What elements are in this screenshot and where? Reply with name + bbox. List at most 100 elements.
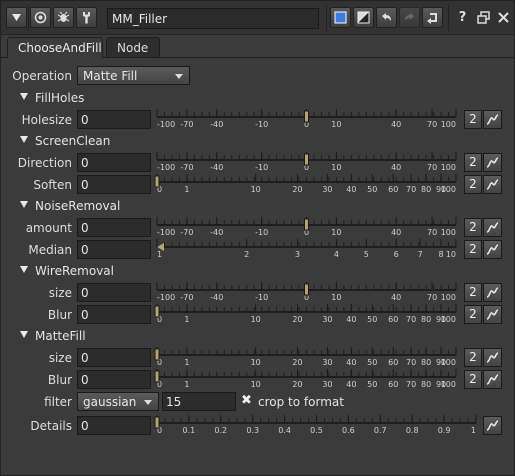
crop-checkbox[interactable]: ✖ <box>241 393 252 408</box>
slider-tick-label: 1 <box>471 426 476 435</box>
filter-dropdown[interactable]: gaussian <box>77 392 159 411</box>
matte-blur-slider[interactable]: 0 1 10 20 30 40 50 60 70 80 90 100 <box>154 367 459 389</box>
redo-button[interactable] <box>399 7 420 28</box>
tile-color-button[interactable] <box>353 7 374 28</box>
direction-input[interactable]: 0 <box>77 153 151 172</box>
slider-handle <box>154 348 160 361</box>
matte-size-animation-button[interactable] <box>483 348 502 367</box>
animation-curve-icon <box>486 374 499 385</box>
wire-blur-animation-button[interactable] <box>483 305 502 324</box>
settings-button[interactable] <box>76 7 97 28</box>
median-input[interactable]: 0 <box>77 240 151 259</box>
slider-tick-label: 3 <box>295 250 300 259</box>
slider-tick-label: 10 <box>331 228 341 237</box>
redo-icon <box>405 13 414 21</box>
wire-size-slider[interactable]: -100 -70 -40 -10 0 10 40 70 100 <box>154 280 459 302</box>
slider-tick-label: 0.9 <box>438 426 451 435</box>
direction-slider[interactable]: -100 -70 -40 -10 0 10 40 70 100 <box>154 150 459 172</box>
group-collapse-icon[interactable] <box>20 93 28 100</box>
wire-blur-input[interactable]: 0 <box>77 305 151 324</box>
median-dimension-button[interactable]: 2 <box>464 240 482 259</box>
wire-blur-dimension-button[interactable]: 2 <box>464 305 482 324</box>
wire-size-dimension-button[interactable]: 2 <box>464 283 482 302</box>
slider-tick-label: 1 <box>184 315 189 324</box>
wire-blur-slider[interactable]: 0 1 10 20 30 40 50 60 70 80 90 100 <box>154 302 459 324</box>
collapse-button[interactable] <box>6 7 27 28</box>
bug-button[interactable] <box>53 7 74 28</box>
median-label: Median <box>28 243 72 257</box>
help-icon: ? <box>458 10 467 25</box>
slider-tick-label: -100 <box>157 120 175 129</box>
median-slider[interactable]: 1 2 3 4 5 6 7 8 10 <box>154 237 459 259</box>
group-collapse-icon[interactable] <box>20 201 28 208</box>
matte-blur-animation-button[interactable] <box>483 370 502 389</box>
tab-node[interactable]: Node <box>106 37 160 57</box>
revert-button[interactable] <box>422 7 443 28</box>
help-button[interactable]: ? <box>452 7 473 28</box>
slider-tick-label: 50 <box>367 380 377 389</box>
details-animation-button[interactable] <box>483 416 502 435</box>
close-button[interactable] <box>493 7 514 28</box>
properties-panel: MM_Filler ? ChooseAndFill Node Operation… <box>0 0 515 476</box>
operation-label: Operation <box>12 69 72 83</box>
details-slider[interactable]: 0 0.1 0.2 0.3 0.4 0.5 0.6 0.7 0.8 0.9 1 <box>154 413 479 435</box>
amount-slider[interactable]: -100 -70 -40 -10 0 10 40 70 100 <box>154 215 459 237</box>
chevron-down-icon <box>144 400 152 405</box>
soften-input[interactable]: 0 <box>77 175 151 194</box>
holesize-input[interactable]: 0 <box>77 110 151 129</box>
node-name-input[interactable]: MM_Filler <box>107 8 319 29</box>
slider-tick-label: 20 <box>292 185 302 194</box>
slider-tick-label: -10 <box>255 228 268 237</box>
group-noiseremoval: NoiseRemoval <box>35 199 121 213</box>
slider-handle <box>304 110 309 123</box>
slider-handle <box>154 370 160 383</box>
filter-value: gaussian <box>83 395 137 409</box>
matte-blur-dimension-button[interactable]: 2 <box>464 370 482 389</box>
filter-size-input[interactable]: 15 <box>162 392 236 411</box>
slider-tick-label: 100 <box>441 228 456 237</box>
wire-blur-label: Blur <box>47 308 72 322</box>
holesize-slider[interactable]: -100 -70 -40 -10 0 10 40 70 100 <box>154 107 459 129</box>
tab-chooseandfill[interactable]: ChooseAndFill <box>7 37 103 58</box>
amount-animation-button[interactable] <box>483 218 502 237</box>
slider-tick-label: 70 <box>427 120 437 129</box>
slider-tick-label: 50 <box>367 185 377 194</box>
soften-dimension-button[interactable]: 2 <box>464 175 482 194</box>
wire-size-animation-button[interactable] <box>483 283 502 302</box>
slider-tick-label: 30 <box>322 315 332 324</box>
median-animation-button[interactable] <box>483 240 502 259</box>
matte-blur-input[interactable]: 0 <box>77 370 151 389</box>
float-button[interactable] <box>473 7 494 28</box>
slider-track: 0 1 10 20 30 40 50 60 70 80 90100 <box>154 304 457 324</box>
wire-size-input[interactable]: 0 <box>77 283 151 302</box>
matte-size-input[interactable]: 0 <box>77 348 151 367</box>
viewer-button[interactable] <box>30 7 51 28</box>
panel-header: MM_Filler ? <box>1 1 514 35</box>
animation-curve-icon <box>486 222 499 233</box>
group-collapse-icon[interactable] <box>20 266 28 273</box>
group-collapse-icon[interactable] <box>20 136 28 143</box>
holesize-dimension-button[interactable]: 2 <box>464 110 482 129</box>
direction-dimension-button[interactable]: 2 <box>464 153 482 172</box>
triangle-down-icon <box>12 14 21 21</box>
amount-input[interactable]: 0 <box>77 218 151 237</box>
color-swatch-button[interactable] <box>330 7 351 28</box>
slider-track: -100 -70 -40 -10 0 10 40 70 100 <box>156 282 457 302</box>
holesize-animation-button[interactable] <box>483 110 502 129</box>
direction-animation-button[interactable] <box>483 153 502 172</box>
matte-size-dimension-button[interactable]: 2 <box>464 348 482 367</box>
slider-tick-label: -70 <box>180 293 193 302</box>
slider-tick-label: -10 <box>255 120 268 129</box>
slider-track: 1 2 3 4 5 6 7 8 10 <box>156 239 457 259</box>
slider-tick-label: -40 <box>210 120 223 129</box>
operation-dropdown[interactable]: Matte Fill <box>77 66 190 85</box>
details-input[interactable]: 0 <box>77 416 151 435</box>
soften-animation-button[interactable] <box>483 175 502 194</box>
soften-slider[interactable]: 0 1 10 20 30 40 50 60 70 80 90 100 <box>154 172 459 194</box>
undo-button[interactable] <box>376 7 397 28</box>
slider-tick-label: 100 <box>441 120 456 129</box>
amount-dimension-button[interactable]: 2 <box>464 218 482 237</box>
slider-tick-label: 100 <box>441 315 456 324</box>
matte-size-slider[interactable]: 0 1 10 20 30 40 50 60 70 80 90 100 <box>154 345 459 367</box>
group-collapse-icon[interactable] <box>20 331 28 338</box>
